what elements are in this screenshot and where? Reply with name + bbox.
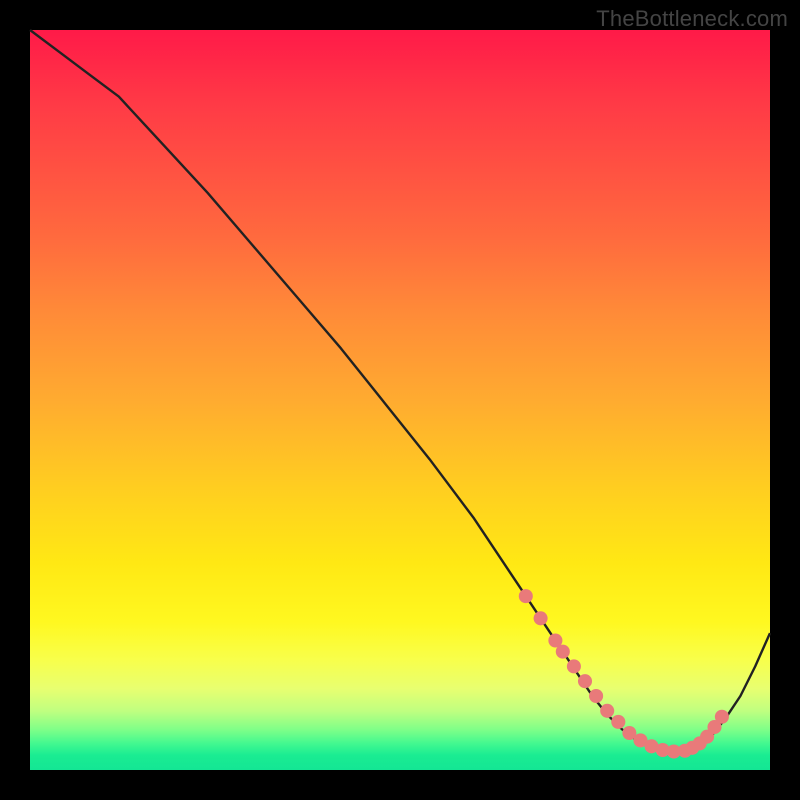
marker-dot — [556, 645, 570, 659]
marker-dot — [600, 704, 614, 718]
watermark-text: TheBottleneck.com — [596, 6, 788, 32]
bottleneck-curve-path — [30, 30, 770, 752]
marker-dot-group — [519, 589, 729, 758]
marker-dot — [589, 689, 603, 703]
marker-dot — [578, 674, 592, 688]
chart-svg-layer — [30, 30, 770, 770]
marker-dot — [534, 611, 548, 625]
marker-dot — [567, 659, 581, 673]
marker-dot — [519, 589, 533, 603]
chart-plot-area — [30, 30, 770, 770]
marker-dot — [715, 710, 729, 724]
marker-dot — [611, 715, 625, 729]
